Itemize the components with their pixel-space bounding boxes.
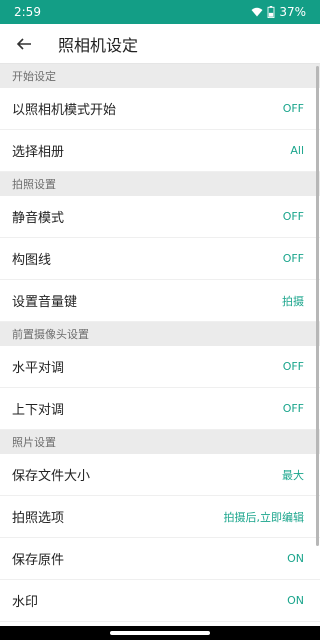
section-header-start: 开始设定 (0, 64, 320, 88)
setting-value: OFF (282, 210, 304, 223)
app-bar: 照相机设定 (0, 24, 320, 64)
setting-start-in-camera-mode[interactable]: 以照相机模式开始 OFF (0, 88, 320, 130)
setting-file-size[interactable]: 保存文件大小 最大 (0, 454, 320, 496)
section-header-front-camera: 前置摄像头设置 (0, 322, 320, 346)
setting-keep-original[interactable]: 保存原件 ON (0, 538, 320, 580)
status-time: 2:59 (14, 5, 41, 19)
setting-value: 拍摄后,立即编辑 (223, 510, 305, 524)
setting-value: OFF (282, 252, 304, 265)
section-header-capture: 拍照设置 (0, 172, 320, 196)
setting-label: 选择相册 (12, 145, 65, 160)
setting-label: 静音模式 (12, 211, 65, 226)
setting-label: 设置音量键 (12, 295, 78, 310)
setting-label: 水平对调 (12, 361, 65, 376)
setting-value: ON (287, 594, 304, 607)
setting-silent-mode[interactable]: 静音模式 OFF (0, 196, 320, 238)
navigation-bar (0, 626, 320, 640)
setting-value: 拍摄 (282, 294, 304, 308)
setting-horizontal-flip[interactable]: 水平对调 OFF (0, 346, 320, 388)
setting-value: ON (287, 552, 304, 565)
setting-watermark[interactable]: 水印 ON (0, 580, 320, 622)
setting-select-album[interactable]: 选择相册 All (0, 130, 320, 172)
scrollbar[interactable] (316, 66, 319, 546)
back-button[interactable] (12, 32, 36, 56)
page-title: 照相机设定 (58, 35, 139, 55)
status-icons: 37% (251, 5, 306, 19)
section-header-photo: 照片设置 (0, 430, 320, 454)
battery-icon (267, 6, 275, 18)
setting-value: OFF (282, 102, 304, 115)
setting-grid-lines[interactable]: 构图线 OFF (0, 238, 320, 280)
setting-label: 构图线 (12, 253, 52, 268)
setting-vertical-flip[interactable]: 上下对调 OFF (0, 388, 320, 430)
setting-capture-options[interactable]: 拍照选项 拍摄后,立即编辑 (0, 496, 320, 538)
setting-label: 拍照选项 (12, 511, 65, 526)
setting-label: 水印 (12, 595, 39, 610)
settings-list: 开始设定 以照相机模式开始 OFF 选择相册 All 拍照设置 静音模式 OFF… (0, 64, 320, 626)
setting-volume-key[interactable]: 设置音量键 拍摄 (0, 280, 320, 322)
battery-percent: 37% (279, 5, 306, 19)
setting-value: OFF (282, 360, 304, 373)
setting-label: 保存原件 (12, 553, 65, 568)
setting-label: 以照相机模式开始 (12, 103, 117, 118)
setting-label: 上下对调 (12, 403, 65, 418)
status-bar: 2:59 37% (0, 0, 320, 24)
setting-value: OFF (282, 402, 304, 415)
wifi-icon (251, 7, 263, 17)
setting-value: 最大 (282, 468, 304, 482)
arrow-left-icon (16, 37, 31, 50)
setting-value: All (290, 144, 304, 157)
setting-label: 保存文件大小 (12, 469, 91, 484)
home-indicator[interactable] (110, 631, 210, 635)
